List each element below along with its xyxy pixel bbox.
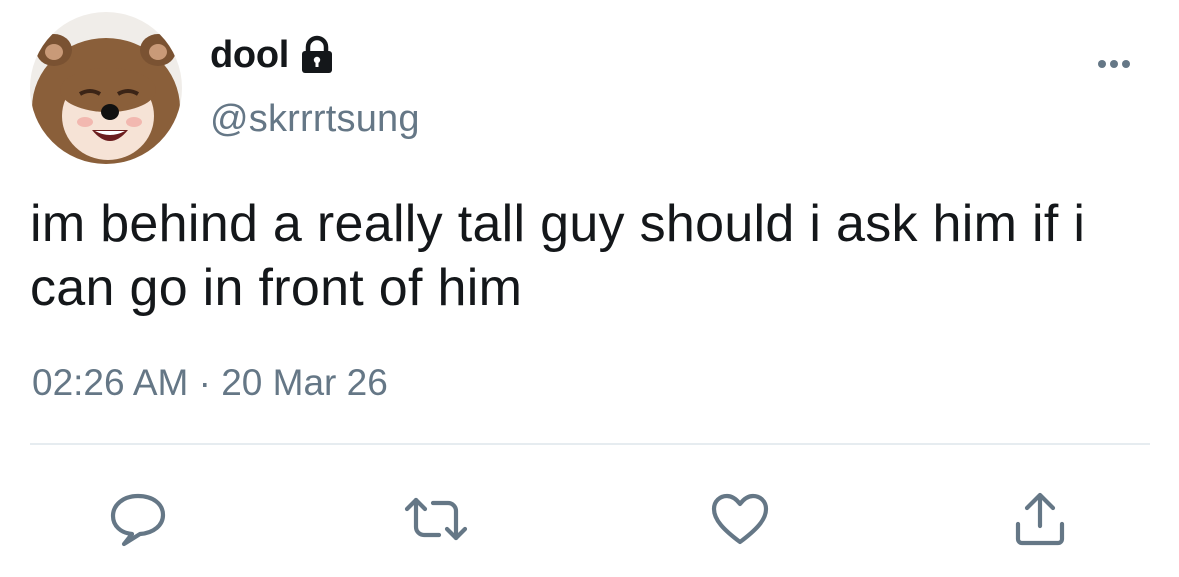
lock-icon	[299, 35, 335, 75]
retweet-icon	[403, 493, 469, 545]
divider	[30, 443, 1150, 445]
more-horizontal-icon[interactable]	[1090, 54, 1138, 74]
tweet-text: im behind a really tall guy should i ask…	[30, 195, 1086, 317]
heart-icon	[710, 492, 770, 546]
share-button[interactable]	[1008, 488, 1072, 550]
avatar-photo	[30, 12, 182, 164]
author-name-row[interactable]: dool	[210, 32, 335, 78]
reply-button[interactable]	[106, 488, 170, 550]
retweet-button[interactable]	[404, 488, 468, 550]
display-name[interactable]: dool	[210, 34, 289, 77]
username-handle[interactable]: @skrrrtsung	[210, 98, 420, 141]
tweet-timestamp[interactable]: 02:26 AM · 20 Mar 26	[32, 362, 388, 404]
like-button[interactable]	[708, 488, 772, 550]
comment-icon	[108, 490, 168, 548]
avatar[interactable]	[30, 12, 182, 164]
share-icon	[1012, 490, 1068, 548]
tweet-card: dool @skrrrtsung im behind a really tall…	[0, 0, 1179, 577]
